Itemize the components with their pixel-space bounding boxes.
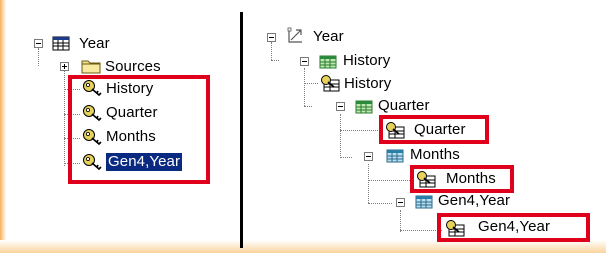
- orange-edge-left: [0, 0, 6, 253]
- key-table-icon: [321, 75, 340, 92]
- highlight-box-months: [410, 165, 514, 193]
- tree-node-gen4-year-level[interactable]: Gen4,Year: [438, 192, 510, 210]
- hierarchy-screenshot: Year Sources History Quarter Months Gen4…: [0, 0, 606, 253]
- tree-node-year[interactable]: Year: [313, 28, 344, 46]
- highlight-box-left: [68, 75, 210, 184]
- tree-node-months-level[interactable]: Months: [410, 146, 460, 164]
- table-icon: [52, 36, 70, 51]
- tree-node-history-level[interactable]: History: [343, 52, 390, 70]
- highlight-box-gen4-year: [437, 213, 590, 242]
- level-table-icon: [355, 100, 373, 114]
- expand-toggle-sources[interactable]: [60, 62, 69, 71]
- level-table-icon: [319, 55, 337, 69]
- collapse-toggle-year[interactable]: [267, 33, 276, 42]
- panel-divider: [240, 12, 243, 248]
- level-table-icon: [386, 149, 404, 163]
- collapse-toggle-year[interactable]: [34, 39, 43, 48]
- collapse-toggle-history[interactable]: [300, 57, 309, 66]
- collapse-toggle-gen4-year[interactable]: [396, 198, 405, 207]
- collapse-toggle-quarter[interactable]: [336, 102, 345, 111]
- tree-node-year[interactable]: Year: [79, 35, 110, 53]
- tree-node-sources[interactable]: Sources: [105, 58, 161, 76]
- tree-node-quarter-level[interactable]: Quarter: [378, 97, 430, 115]
- folder-icon: [81, 60, 101, 74]
- collapse-toggle-months[interactable]: [364, 152, 373, 161]
- hierarchy-icon: [287, 27, 302, 43]
- highlight-box-quarter: [379, 115, 489, 144]
- level-table-icon: [415, 195, 433, 209]
- tree-node-history-key[interactable]: History: [344, 75, 391, 93]
